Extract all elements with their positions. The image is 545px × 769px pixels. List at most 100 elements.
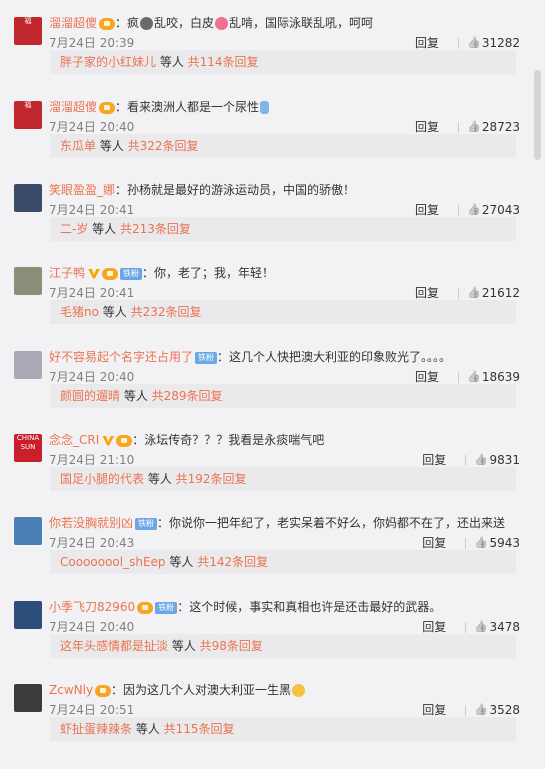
comment-username[interactable]: 溜溜超傻 <box>49 16 97 30</box>
comment-text: ：疯 <box>115 16 140 30</box>
sub-reply-summary[interactable]: 胖子家的小红妹儿 等人 共114条回复 <box>50 50 516 74</box>
sub-reply-user[interactable]: 胖子家的小红妹儿 <box>60 55 156 69</box>
comment-username[interactable]: 笑眼盈盈_娜 <box>49 183 115 197</box>
divider <box>465 538 467 549</box>
divider <box>458 205 459 216</box>
member-crown-icon[interactable] <box>137 601 154 614</box>
sub-reply-text: 等人 <box>165 555 198 569</box>
thumbs-up-icon[interactable]: 👍 <box>467 370 481 383</box>
thumbs-up-icon[interactable]: 👍 <box>467 286 481 299</box>
sub-reply-user[interactable]: 东瓜单 <box>60 139 96 153</box>
thumbs-up-icon[interactable]: 👍 <box>474 703 488 716</box>
fan-badge[interactable]: 铁粉 <box>155 601 178 614</box>
comment-item: 福溜溜超傻 ：看来澳洲人都是一个尿性 7月24日 20:40 回复 👍 28723 东瓜单 … <box>0 98 530 181</box>
sub-reply-text: 等人 <box>98 305 131 319</box>
comment-line: 笑眼盈盈_娜：孙杨就是最好的游泳运动员，中国的骄傲！ <box>49 181 519 199</box>
sub-reply-text: 等人 <box>132 722 164 736</box>
member-crown-icon[interactable] <box>102 267 119 280</box>
member-crown-icon[interactable] <box>95 684 112 697</box>
thumbs-up-icon[interactable]: 👍 <box>467 203 481 216</box>
comment-item: 笑眼盈盈_娜：孙杨就是最好的游泳运动员，中国的骄傲！ 7月24日 20:41 回复 👍… <box>0 181 530 264</box>
sub-reply-summary[interactable]: 这年头感情都是扯淡 等人 共98条回复 <box>50 634 516 658</box>
scrollbar[interactable] <box>530 0 545 769</box>
comment-username[interactable]: 念念_CRI <box>49 433 99 447</box>
divider <box>458 288 459 299</box>
divider <box>458 38 459 49</box>
sub-reply-user[interactable]: Coooooool_shEep <box>60 555 166 569</box>
sub-reply-user[interactable]: 这年头感情都是扯淡 <box>60 639 168 653</box>
comment-username[interactable]: 好不容易起个名字还占用了 <box>49 350 193 364</box>
divider <box>465 705 467 716</box>
thumbs-up-icon[interactable]: 👍 <box>467 120 481 133</box>
sub-reply-count[interactable]: 共114条回复 <box>188 55 259 69</box>
thumbs-up-icon[interactable]: 👍 <box>467 36 481 49</box>
sub-reply-user[interactable]: 国足小腿的代表 <box>60 472 144 486</box>
pray-emoji <box>292 684 306 697</box>
sub-reply-count[interactable]: 共115条回复 <box>164 722 235 736</box>
member-crown-icon[interactable] <box>99 17 116 30</box>
sub-reply-summary[interactable]: 东瓜单 等人 共322条回复 <box>50 134 516 158</box>
sub-reply-text: 等人 <box>144 472 176 486</box>
comment-text: ：这个时候，事实和真相也许是还击最好的武器。 <box>177 600 442 614</box>
sub-reply-summary[interactable]: 国足小腿的代表 等人 共192条回复 <box>50 467 516 491</box>
sub-reply-user[interactable]: 毛猪no <box>60 305 99 319</box>
divider <box>458 372 459 383</box>
avatar[interactable]: 福 <box>14 101 42 129</box>
fan-badge[interactable]: 铁粉 <box>120 267 143 280</box>
thumbs-up-icon[interactable]: 👍 <box>474 453 488 466</box>
sub-reply-count[interactable]: 共289条回复 <box>152 389 223 403</box>
avatar[interactable] <box>14 517 42 545</box>
avatar[interactable] <box>14 184 42 212</box>
comment-line: ZcwNly ：因为这几个人对澳大利亚一生黑 <box>49 681 519 699</box>
sub-reply-count[interactable]: 共142条回复 <box>197 555 268 569</box>
sub-reply-user[interactable]: 颜圆的遛晴 <box>60 389 120 403</box>
sub-reply-count[interactable]: 共322条回复 <box>128 139 199 153</box>
comment-item: 好不容易起个名字还占用了 铁粉 ：这几个人快把澳大利亚的印象败光了。。。。 7月24日… <box>0 348 530 431</box>
sub-reply-summary[interactable]: Coooooool_shEep 等人 共142条回复 <box>50 550 516 574</box>
comment-item: ZcwNly ：因为这几个人对澳大利亚一生黑 7月24日 20:51 回复 👍 3528 虾… <box>0 681 530 764</box>
member-crown-icon[interactable] <box>99 101 116 114</box>
sub-reply-count[interactable]: 共192条回复 <box>176 472 247 486</box>
avatar[interactable] <box>14 601 42 629</box>
scrollbar-thumb[interactable] <box>534 70 541 160</box>
comment-text: ：泳坛传奇？？？我看是永痰喘气吧 <box>132 433 325 447</box>
comment-username[interactable]: 溜溜超傻 <box>49 100 97 114</box>
member-crown-icon[interactable] <box>116 434 133 447</box>
comment-line: 小季飞刀82960 铁粉 ：这个时候，事实和真相也许是还击最好的武器。 <box>49 598 519 616</box>
comment-text: 乱啃，国际泳联乱吼，呵呵 <box>229 16 374 30</box>
fan-badge[interactable]: 铁粉 <box>135 517 158 530</box>
comment-text: ：这几个人快把澳大利亚的印象败光了。。。。 <box>217 350 452 364</box>
sub-reply-summary[interactable]: 颜圆的遛晴 等人 共289条回复 <box>50 384 516 408</box>
vip-v-icon[interactable] <box>88 268 101 279</box>
fan-badge[interactable]: 铁粉 <box>195 351 218 364</box>
comment-username[interactable]: 你若没胸就别凶 <box>49 516 133 530</box>
avatar[interactable] <box>14 684 42 712</box>
comment-username[interactable]: 江子鸭 <box>49 266 85 280</box>
sub-reply-text: 等人 <box>96 139 128 153</box>
sub-reply-summary[interactable]: 虾扯蛋辣辣条 等人 共115条回复 <box>50 717 516 741</box>
sub-reply-summary[interactable]: 毛猪no 等人 共232条回复 <box>50 300 516 324</box>
vip-v-icon[interactable] <box>102 435 115 446</box>
sub-reply-user[interactable]: 二-岁 <box>60 222 88 236</box>
avatar[interactable]: 福 <box>14 17 42 45</box>
comment-username[interactable]: ZcwNly <box>49 683 93 697</box>
comment-line: 溜溜超傻 ：看来澳洲人都是一个尿性 <box>49 98 519 116</box>
comment-text: ：你，老了；我，年轻！ <box>142 266 275 280</box>
sub-reply-count[interactable]: 共213条回复 <box>120 222 191 236</box>
comment-line: 你若没胸就别凶 铁粉 ：你说你一把年纪了，老实呆着不好么，你妈都不在了，还出来送 <box>49 514 519 532</box>
sub-reply-summary[interactable]: 二-岁 等人 共213条回复 <box>50 217 516 241</box>
comment-item: CHINA SUN 念念_CRI ：泳坛传奇？？？我看是永痰喘气吧 7月24日 21:… <box>0 431 530 514</box>
avatar[interactable]: CHINA SUN <box>14 434 42 462</box>
sub-reply-text: 等人 <box>120 389 152 403</box>
sub-reply-count[interactable]: 共232条回复 <box>131 305 202 319</box>
thumbs-up-icon[interactable]: 👍 <box>474 536 488 549</box>
sub-reply-text: 等人 <box>88 222 120 236</box>
avatar[interactable] <box>14 351 42 379</box>
sub-reply-count[interactable]: 共98条回复 <box>200 639 263 653</box>
comment-line: 江子鸭 铁粉 ：你，老了；我，年轻！ <box>49 264 519 282</box>
divider <box>465 455 467 466</box>
avatar[interactable] <box>14 267 42 295</box>
comment-username[interactable]: 小季飞刀82960 <box>49 600 135 614</box>
sub-reply-user[interactable]: 虾扯蛋辣辣条 <box>60 722 132 736</box>
thumbs-up-icon[interactable]: 👍 <box>474 620 488 633</box>
